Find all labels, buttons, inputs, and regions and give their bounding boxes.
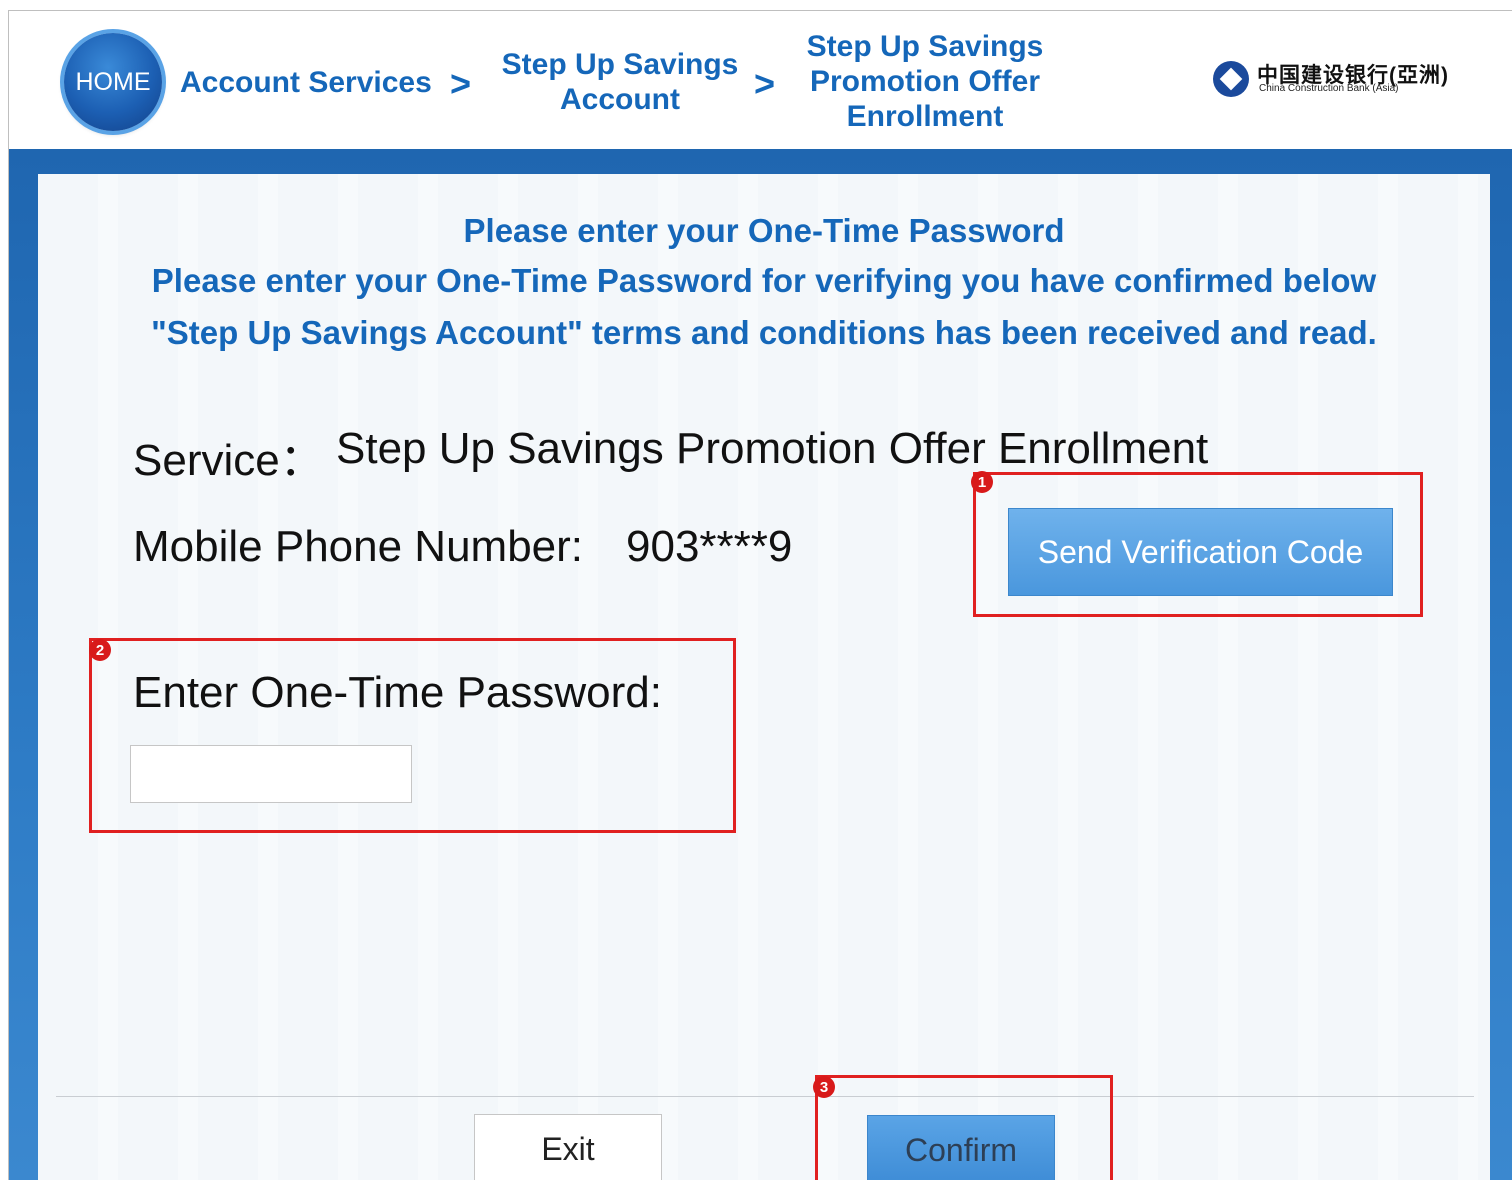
- highlight-box-confirm: [815, 1075, 1113, 1180]
- breadcrumb-step-up-savings-account[interactable]: Step Up Savings Account: [495, 47, 745, 117]
- instruction-line-2: "Step Up Savings Account" terms and cond…: [151, 314, 1377, 351]
- step-marker-3: 3: [813, 1076, 835, 1098]
- breadcrumb-promotion-enrollment: Step Up Savings Promotion Offer Enrollme…: [806, 30, 1044, 133]
- bank-name-english: China Construction Bank (Asia): [1259, 83, 1399, 94]
- highlight-box-otp: [89, 638, 736, 833]
- highlight-box-send-code: [973, 472, 1423, 617]
- chevron-right-icon: >: [450, 63, 472, 104]
- chevron-right-icon: >: [754, 63, 776, 104]
- step-marker-1: 1: [971, 471, 993, 493]
- page-heading: Please enter your One-Time Password: [463, 212, 1065, 249]
- header: HOME Account Services > Step Up Savings …: [9, 11, 1512, 149]
- service-value: Step Up Savings Promotion Offer Enrollme…: [336, 424, 1209, 473]
- bank-logo-icon: [1213, 61, 1249, 97]
- bank-logo: 中国建设银行(亞洲) China Construction Bank (Asia…: [1213, 61, 1473, 101]
- exit-button[interactable]: Exit: [474, 1114, 662, 1180]
- page-frame: HOME Account Services > Step Up Savings …: [8, 10, 1512, 1180]
- service-label: Service：: [133, 436, 324, 485]
- step-marker-2: 2: [89, 639, 111, 661]
- mobile-phone-label: Mobile Phone Number:: [133, 522, 584, 571]
- breadcrumb-account-services[interactable]: Account Services: [180, 65, 432, 100]
- mobile-phone-value: 903****9: [626, 522, 793, 571]
- footer-divider: [56, 1096, 1474, 1097]
- home-button[interactable]: HOME: [64, 33, 162, 131]
- instruction-line-1: Please enter your One-Time Password for …: [151, 262, 1377, 299]
